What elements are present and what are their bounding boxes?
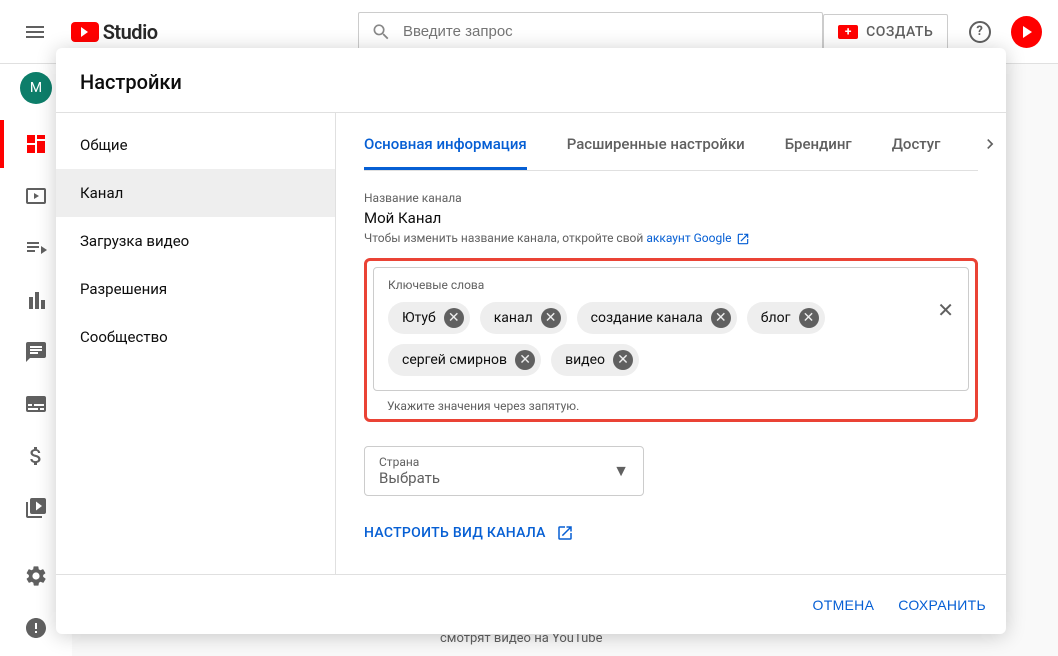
keyword-chip: создание канала✕: [577, 302, 737, 334]
country-label: Страна: [379, 455, 629, 469]
search-icon: [371, 21, 391, 43]
library-icon: [24, 496, 48, 520]
chip-remove[interactable]: ✕: [711, 308, 731, 328]
keyword-chip: Ютуб✕: [388, 302, 470, 334]
keyword-chip: канал✕: [480, 302, 567, 334]
logo-text: Studio: [103, 20, 158, 44]
rail-analytics[interactable]: [12, 276, 60, 324]
create-button[interactable]: СОЗДАТЬ: [823, 14, 948, 50]
rail-settings[interactable]: [12, 552, 60, 600]
modal-title: Настройки: [80, 70, 982, 94]
rail-feedback[interactable]: [12, 604, 60, 652]
playlist-icon: [24, 236, 48, 260]
modal-content: Основная информация Расширенные настройк…: [336, 113, 1006, 574]
tab-basic-info[interactable]: Основная информация: [364, 121, 527, 170]
rail-subtitles[interactable]: [12, 380, 60, 428]
chip-remove[interactable]: ✕: [799, 308, 819, 328]
chip-remove[interactable]: ✕: [444, 308, 464, 328]
account-button[interactable]: [1011, 16, 1042, 48]
youtube-icon: [71, 22, 99, 42]
sidebar-item-community[interactable]: Сообщество: [56, 313, 335, 361]
chip-remove[interactable]: ✕: [613, 350, 633, 370]
channel-name-helper: Чтобы изменить название канала, откройте…: [364, 231, 978, 246]
country-select[interactable]: Страна Выбрать ▼: [364, 446, 644, 496]
customize-channel-link[interactable]: НАСТРОИТЬ ВИД КАНАЛА: [364, 524, 978, 542]
rail-playlists[interactable]: [12, 224, 60, 272]
create-icon: [838, 25, 858, 39]
channel-avatar[interactable]: M: [20, 72, 52, 104]
tab-branding[interactable]: Брендинг: [785, 121, 852, 170]
keywords-field[interactable]: Ключевые слова Ютуб✕ канал✕ создание кан…: [373, 267, 969, 391]
chevron-right-icon: [980, 134, 1000, 154]
cancel-button[interactable]: ОТМЕНА: [813, 597, 875, 613]
rail-dashboard[interactable]: [12, 120, 60, 168]
content-icon: [24, 184, 48, 208]
rail-comments[interactable]: [12, 328, 60, 376]
modal-body: Общие Канал Загрузка видео Разрешения Со…: [56, 113, 1006, 574]
modal-header: Настройки: [56, 48, 1006, 113]
country-value: Выбрать: [379, 469, 629, 487]
subtitles-icon: [24, 392, 48, 416]
settings-tabs: Основная информация Расширенные настройк…: [364, 113, 978, 171]
analytics-icon: [24, 288, 48, 312]
search-box[interactable]: [358, 12, 824, 52]
dashboard-icon: [24, 132, 48, 156]
clear-keywords-button[interactable]: ✕: [937, 298, 954, 322]
tabs-scroll-right[interactable]: [980, 134, 1000, 158]
rail-monetization[interactable]: [12, 432, 60, 480]
keywords-label: Ключевые слова: [388, 278, 954, 292]
keyword-chip: сергей смирнов✕: [388, 344, 541, 376]
dollar-icon: [24, 444, 48, 468]
sidebar-item-general[interactable]: Общие: [56, 121, 335, 169]
open-in-new-icon: [736, 232, 750, 246]
keywords-helper: Укажите значения через запятую.: [373, 399, 969, 413]
keyword-chip: видео✕: [551, 344, 639, 376]
hamburger-icon: [23, 20, 47, 44]
gear-icon: [24, 564, 48, 588]
chevron-down-icon: ▼: [613, 461, 629, 481]
open-in-new-icon: [556, 524, 574, 542]
settings-modal: Настройки Общие Канал Загрузка видео Раз…: [56, 48, 1006, 634]
tab-access[interactable]: Достуг: [892, 121, 941, 170]
search-input[interactable]: [403, 23, 810, 40]
help-button[interactable]: ?: [960, 12, 999, 52]
save-button[interactable]: СОХРАНИТЬ: [898, 597, 986, 613]
keywords-highlight: Ключевые слова Ютуб✕ канал✕ создание кан…: [364, 258, 978, 422]
feedback-icon: [24, 616, 48, 640]
chip-remove[interactable]: ✕: [515, 350, 535, 370]
chip-remove[interactable]: ✕: [541, 308, 561, 328]
menu-button[interactable]: [16, 12, 55, 52]
help-icon: ?: [969, 21, 991, 43]
sidebar-item-channel[interactable]: Канал: [56, 169, 335, 217]
sidebar-item-upload[interactable]: Загрузка видео: [56, 217, 335, 265]
tab-advanced[interactable]: Расширенные настройки: [567, 121, 745, 170]
channel-name-section: Название канала Мой Канал Чтобы изменить…: [364, 191, 978, 246]
keyword-chip: блог✕: [747, 302, 825, 334]
keyword-chips: Ютуб✕ канал✕ создание канала✕ блог✕ серг…: [388, 302, 954, 376]
channel-name-value: Мой Канал: [364, 209, 978, 227]
rail-library[interactable]: [12, 484, 60, 532]
google-account-link[interactable]: аккаунт Google: [646, 231, 731, 245]
play-icon: [1023, 26, 1032, 38]
settings-sidebar: Общие Канал Загрузка видео Разрешения Со…: [56, 113, 336, 574]
create-label: СОЗДАТЬ: [866, 24, 933, 40]
rail-content[interactable]: [12, 172, 60, 220]
modal-footer: ОТМЕНА СОХРАНИТЬ: [56, 574, 1006, 634]
channel-name-label: Название канала: [364, 191, 978, 205]
sidebar-item-permissions[interactable]: Разрешения: [56, 265, 335, 313]
studio-logo[interactable]: Studio: [71, 20, 158, 44]
comments-icon: [24, 340, 48, 364]
